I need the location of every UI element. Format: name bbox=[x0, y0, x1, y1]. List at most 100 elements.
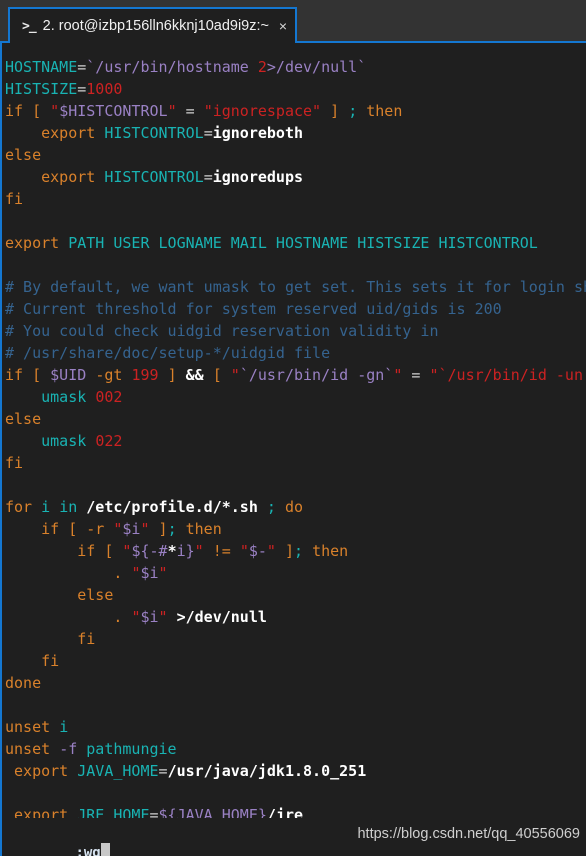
vim-status-line: :wq https://blog.csdn.net/qq_40556069 bbox=[4, 820, 586, 856]
code-token: umask bbox=[41, 432, 87, 450]
code-token: ] bbox=[330, 102, 340, 120]
tab-title: 2. root@izbp156lln6kknj10ad9i9z:~ bbox=[42, 18, 269, 34]
terminal-window: >_ 2. root@izbp156lln6kknj10ad9i9z:~ × H… bbox=[0, 0, 586, 856]
code-line: # Current threshold for system reserved … bbox=[2, 298, 586, 320]
tab-session-1[interactable]: >_ 2. root@izbp156lln6kknj10ad9i9z:~ × bbox=[8, 7, 297, 43]
code-token: ignoredups bbox=[212, 168, 304, 186]
code-line: # By default, we want umask to get set. … bbox=[2, 276, 586, 298]
code-token: export bbox=[41, 168, 96, 186]
code-token: [ bbox=[32, 102, 42, 120]
code-token: .sh bbox=[230, 498, 258, 516]
code-token: ${JAVA_HOME} bbox=[158, 806, 267, 818]
code-token: " bbox=[194, 542, 204, 560]
tab-bar: >_ 2. root@izbp156lln6kknj10ad9i9z:~ × bbox=[0, 0, 586, 43]
code-line: if [ "${-#*i}" != "$-" ]; then bbox=[2, 540, 586, 562]
code-token: [ bbox=[212, 366, 222, 384]
code-token: = bbox=[203, 124, 213, 142]
code-line: fi bbox=[2, 650, 586, 672]
code-token: fi bbox=[77, 630, 96, 648]
code-token: export bbox=[14, 762, 69, 780]
code-token: HISTCONTROL bbox=[104, 168, 204, 186]
code-token: pathmungie bbox=[86, 740, 177, 758]
code-token: export bbox=[41, 124, 96, 142]
code-line: # You could check uidgid reservation val… bbox=[2, 320, 586, 342]
code-token: -f bbox=[59, 740, 78, 758]
code-token: then bbox=[185, 520, 222, 538]
code-token: fi bbox=[41, 652, 60, 670]
code-line: # /usr/share/doc/setup-*/uidgid file bbox=[2, 342, 586, 364]
code-line: export HISTCONTROL=ignoredups bbox=[2, 166, 586, 188]
code-line: export JRE_HOME=${JAVA_HOME}/jre bbox=[2, 804, 586, 818]
code-token: export bbox=[14, 806, 69, 818]
code-line: else bbox=[2, 144, 586, 166]
code-token: = bbox=[158, 762, 168, 780]
code-token: ; bbox=[348, 102, 358, 120]
code-token: ] bbox=[158, 520, 168, 538]
code-token: -gt bbox=[95, 366, 123, 384]
code-token: 199 bbox=[131, 366, 159, 384]
code-token: "ignorespace" bbox=[203, 102, 322, 120]
code-line: . "$i" bbox=[2, 562, 586, 584]
vim-buffer[interactable]: HOSTNAME=`/usr/bin/hostname 2>/dev/null`… bbox=[2, 56, 586, 818]
close-icon[interactable]: × bbox=[279, 19, 287, 33]
code-token: /etc/profile.d/ bbox=[86, 498, 222, 516]
code-token: ${-# bbox=[131, 542, 168, 560]
code-token: PATH USER LOGNAME MAIL HOSTNAME HISTSIZE… bbox=[68, 234, 538, 252]
code-token: then bbox=[312, 542, 349, 560]
code-token: = bbox=[77, 58, 87, 76]
code-token: `/usr/bin/id -gn` bbox=[239, 366, 394, 384]
code-token: = bbox=[77, 80, 87, 98]
code-token: `/usr/bin/id -un bbox=[438, 366, 584, 384]
code-line: export HISTCONTROL=ignoreboth bbox=[2, 122, 586, 144]
code-line: export JAVA_HOME=/usr/java/jdk1.8.0_251 bbox=[2, 760, 586, 782]
code-token: $i bbox=[140, 564, 159, 582]
code-token: -r bbox=[86, 520, 105, 538]
code-token: for bbox=[5, 498, 33, 516]
code-line: fi bbox=[2, 452, 586, 474]
code-token: JRE_HOME bbox=[77, 806, 150, 818]
code-token: unset bbox=[5, 740, 51, 758]
code-token: HOSTNAME bbox=[5, 58, 78, 76]
code-token: /usr/java/jdk1.8.0_251 bbox=[167, 762, 367, 780]
vim-command-line[interactable]: :wq bbox=[8, 827, 110, 856]
code-token: $HISTCONTROL bbox=[59, 102, 168, 120]
code-token: ] bbox=[167, 366, 177, 384]
code-token: ignoreboth bbox=[212, 124, 304, 142]
code-token: * bbox=[221, 498, 231, 516]
vim-command-text: :wq bbox=[75, 845, 101, 856]
code-token: unset bbox=[5, 718, 51, 736]
code-token: $- bbox=[248, 542, 267, 560]
code-token: if bbox=[77, 542, 96, 560]
code-token: * bbox=[167, 542, 177, 560]
code-token: $i bbox=[140, 608, 159, 626]
terminal-pane[interactable]: HOSTNAME=`/usr/bin/hostname 2>/dev/null`… bbox=[0, 43, 586, 856]
code-token: JAVA_HOME bbox=[77, 762, 159, 780]
